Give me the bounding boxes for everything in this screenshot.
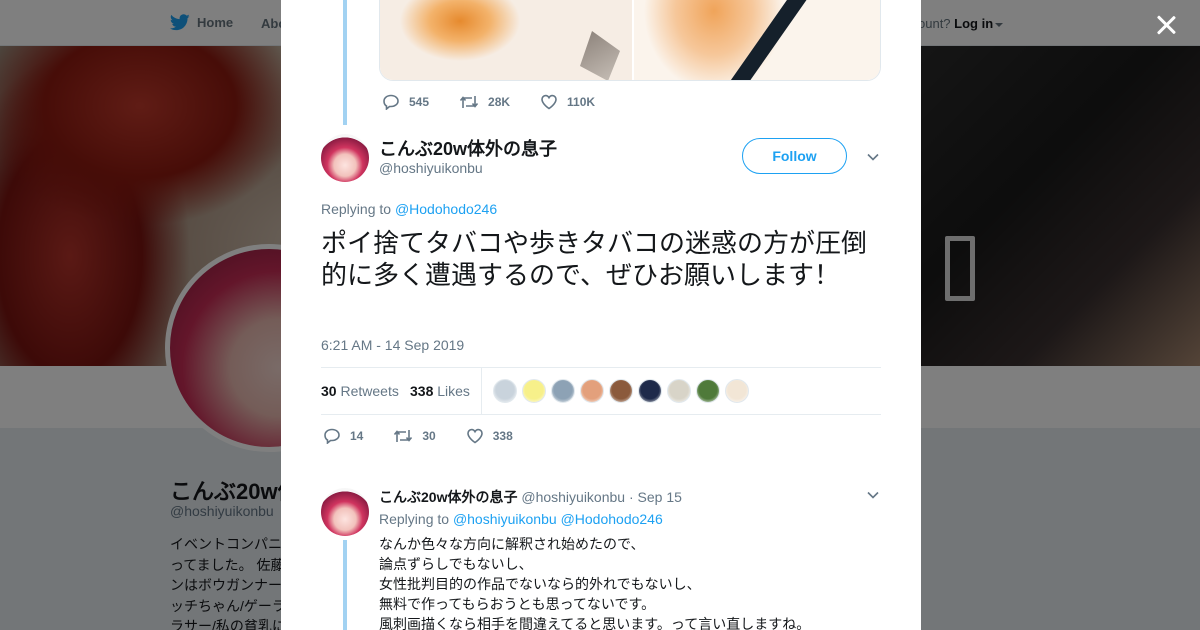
reply-icon <box>324 428 340 444</box>
replying-to-prefix: Replying to <box>321 201 392 217</box>
liker-avatar-9[interactable] <box>725 379 749 403</box>
reply-author-avatar[interactable] <box>321 488 369 536</box>
retweet-count: 28K <box>488 95 511 109</box>
reply-count: 14 <box>350 429 364 443</box>
liker-avatar-7[interactable] <box>667 379 691 403</box>
likes-stat[interactable]: 338 Likes <box>410 383 470 399</box>
reply-text: なんか色々な方向に解釈され始めたので、 論点ずらしでもないし、 女性批判目的の作… <box>379 534 810 630</box>
reply-icon <box>383 94 399 110</box>
likes-stat-count: 338 <box>410 383 434 399</box>
reply-text-line: 無料で作ってもらおうとも思ってないです。 <box>379 596 656 612</box>
reply-count: 545 <box>409 95 430 109</box>
reply-text-line: 女性批判目的の作品でないなら的外れでもないし、 <box>379 576 701 592</box>
retweets-stat-label: Retweets <box>340 383 399 399</box>
tweet-timestamp[interactable]: 6:21 AM - 14 Sep 2019 <box>321 337 464 353</box>
liker-avatar-6[interactable] <box>638 379 662 403</box>
reply-author-name[interactable]: こんぶ20w体外の息子 <box>379 489 517 505</box>
reply-text-line: 論点ずらしでもないし、 <box>379 556 533 572</box>
stats-divider <box>481 368 482 414</box>
reply-date[interactable]: Sep 15 <box>638 489 682 505</box>
tweet-text: ポイ捨てタバコや歩きタバコの迷惑の方が圧倒的に多く遭遇するので、ぜひお願いします… <box>321 228 868 290</box>
prev-tweet-actions: 545 28K 110K <box>382 94 625 110</box>
thread-line-top <box>343 0 347 125</box>
liker-avatar-3[interactable] <box>551 379 575 403</box>
liker-avatar-2[interactable] <box>522 379 546 403</box>
reply-button[interactable]: 545 <box>382 94 429 110</box>
close-icon[interactable] <box>1153 12 1179 38</box>
follow-button[interactable]: Follow <box>742 138 847 174</box>
heart-icon <box>541 94 557 110</box>
retweet-button[interactable]: 28K <box>459 94 510 110</box>
liker-avatar-4[interactable] <box>580 379 604 403</box>
likes-stat-label: Likes <box>437 383 470 399</box>
reply-author-handle[interactable]: @hoshiyuikonbu <box>521 489 625 505</box>
reply-button[interactable]: 14 <box>323 428 363 444</box>
retweet-icon <box>459 96 479 108</box>
replying-to-handle[interactable]: @Hodohodo246 <box>395 201 497 217</box>
reply-chevron-down-icon[interactable] <box>867 489 879 501</box>
reply-separator: · <box>628 489 634 505</box>
thread-line-bottom <box>343 540 347 630</box>
tweet-stats: 30 Retweets 338 Likes <box>321 367 881 415</box>
retweets-stat[interactable]: 30 Retweets <box>321 383 399 399</box>
retweets-stat-count: 30 <box>321 383 337 399</box>
reply-replying-handle-1[interactable]: @hoshiyuikonbu <box>453 511 557 527</box>
like-count: 338 <box>492 429 513 443</box>
heart-icon <box>466 428 483 444</box>
reply-replying-handle-2[interactable]: @Hodohodo246 <box>561 511 663 527</box>
tweet-actions: 14 30 338 <box>323 428 543 444</box>
reply-text-line: なんか色々な方向に解釈され始めたので、 <box>379 536 645 552</box>
reply-header: こんぶ20w体外の息子 @hoshiyuikonbu · Sep 15 <box>379 487 682 507</box>
retweet-button[interactable]: 30 <box>393 428 436 444</box>
liker-avatar-1[interactable] <box>493 379 517 403</box>
tweet-modal: 545 28K 110K こんぶ20w体外の息子 @hoshiyuikonbu … <box>281 0 921 630</box>
reply-replying-prefix: Replying to <box>379 511 450 527</box>
replying-to: Replying to @Hodohodo246 <box>321 201 497 217</box>
retweet-icon <box>394 430 413 442</box>
like-count: 110K <box>567 95 596 109</box>
author-name[interactable]: こんぶ20w体外の息子 <box>379 135 557 161</box>
liker-avatar-8[interactable] <box>696 379 720 403</box>
tweet-media[interactable] <box>379 0 881 81</box>
reply-replying-to: Replying to @hoshiyuikonbu @Hodohodo246 <box>379 511 663 527</box>
chevron-down-icon[interactable] <box>867 151 879 163</box>
like-button[interactable]: 338 <box>466 428 513 444</box>
like-button[interactable]: 110K <box>540 94 595 110</box>
author-avatar[interactable] <box>321 134 369 182</box>
liker-avatar-5[interactable] <box>609 379 633 403</box>
reply-text-line: 風刺画描くなら相手を間違えてると思います。って言い直しますね。 <box>379 616 811 630</box>
liker-avatars <box>493 379 754 403</box>
author-handle[interactable]: @hoshiyuikonbu <box>379 160 483 176</box>
retweet-count: 30 <box>422 429 436 443</box>
